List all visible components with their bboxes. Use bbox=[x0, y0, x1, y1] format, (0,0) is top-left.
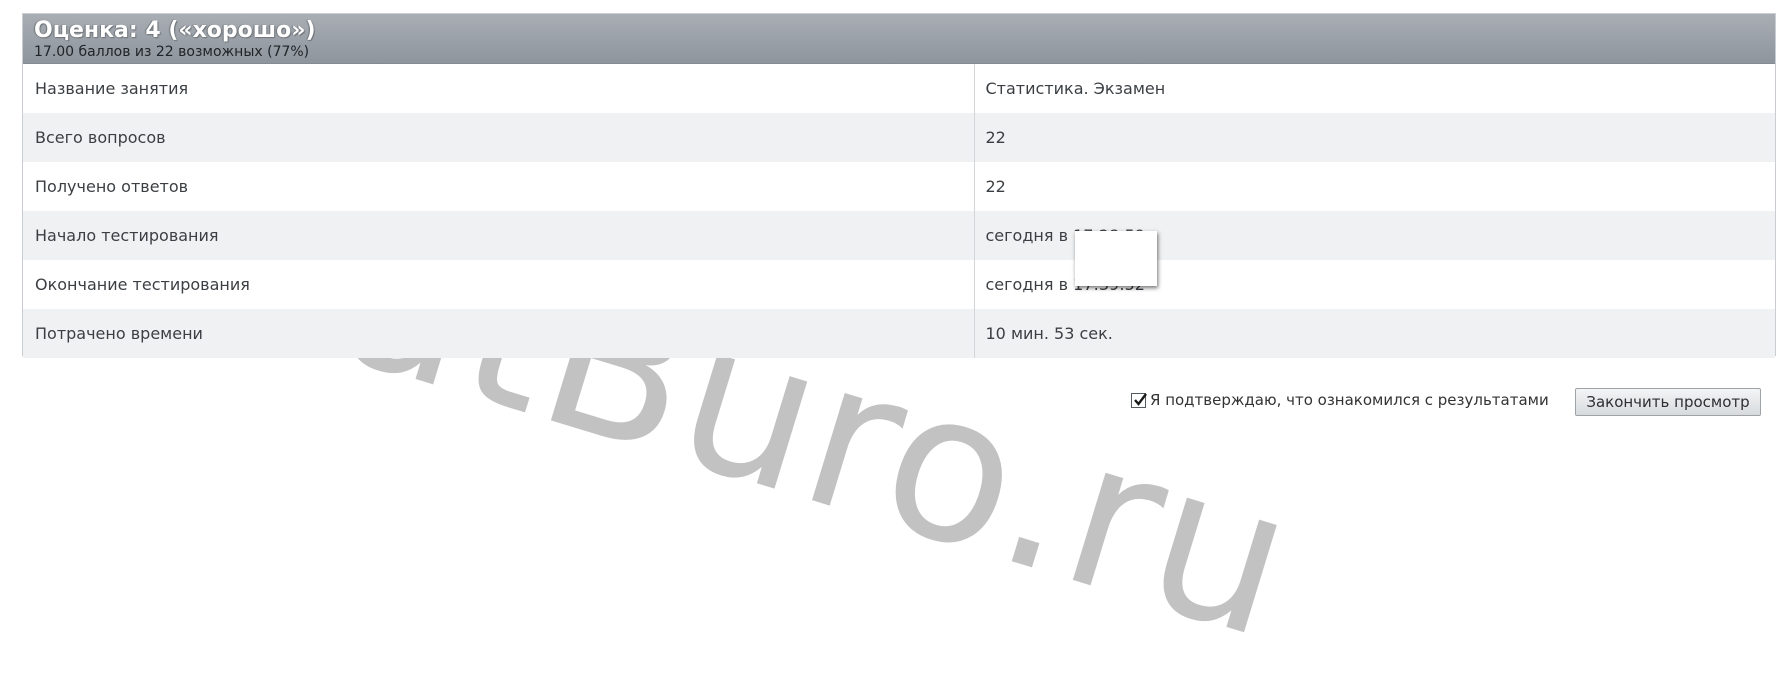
table-row: Получено ответов 22 bbox=[23, 162, 1775, 211]
row-value: 22 bbox=[974, 113, 1775, 162]
row-label: Всего вопросов bbox=[23, 113, 975, 162]
row-label: Начало тестирования bbox=[23, 211, 975, 260]
row-label: Название занятия bbox=[23, 64, 975, 113]
table-row: Всего вопросов 22 bbox=[23, 113, 1775, 162]
redaction-box bbox=[1075, 231, 1157, 286]
confirm-checkbox[interactable] bbox=[1131, 392, 1147, 408]
row-value: 22 bbox=[985, 177, 1006, 196]
row-value: 10 мин. 53 сек. bbox=[974, 309, 1775, 358]
results-table: Название занятия Статистика. Экзамен Все… bbox=[23, 64, 1775, 358]
table-row: Название занятия Статистика. Экзамен bbox=[23, 64, 1775, 113]
table-row: Потрачено времени 10 мин. 53 сек. bbox=[23, 309, 1775, 358]
confirm-row: Я подтверждаю, что ознакомился с результ… bbox=[1131, 388, 1549, 412]
row-label: Окончание тестирования bbox=[23, 260, 975, 309]
table-row: Начало тестирования сегодня в 17:28:59 bbox=[23, 211, 1775, 260]
grade-title: Оценка: 4 («хорошо») bbox=[34, 18, 316, 43]
confirm-label[interactable]: Я подтверждаю, что ознакомился с результ… bbox=[1150, 391, 1549, 409]
score-summary: 17.00 баллов из 22 возможных (77%) bbox=[34, 44, 310, 60]
results-header: Оценка: 4 («хорошо») 17.00 баллов из 22 … bbox=[23, 14, 1775, 64]
checkmark-icon bbox=[1134, 392, 1147, 406]
row-label: Потрачено времени bbox=[23, 309, 975, 358]
row-value: Статистика. Экзамен bbox=[985, 79, 1166, 98]
row-label: Получено ответов bbox=[23, 162, 975, 211]
results-panel: Оценка: 4 («хорошо») 17.00 баллов из 22 … bbox=[22, 13, 1776, 358]
table-row: Окончание тестирования сегодня в 17:39:5… bbox=[23, 260, 1775, 309]
finish-review-button[interactable]: Закончить просмотр bbox=[1575, 388, 1761, 416]
